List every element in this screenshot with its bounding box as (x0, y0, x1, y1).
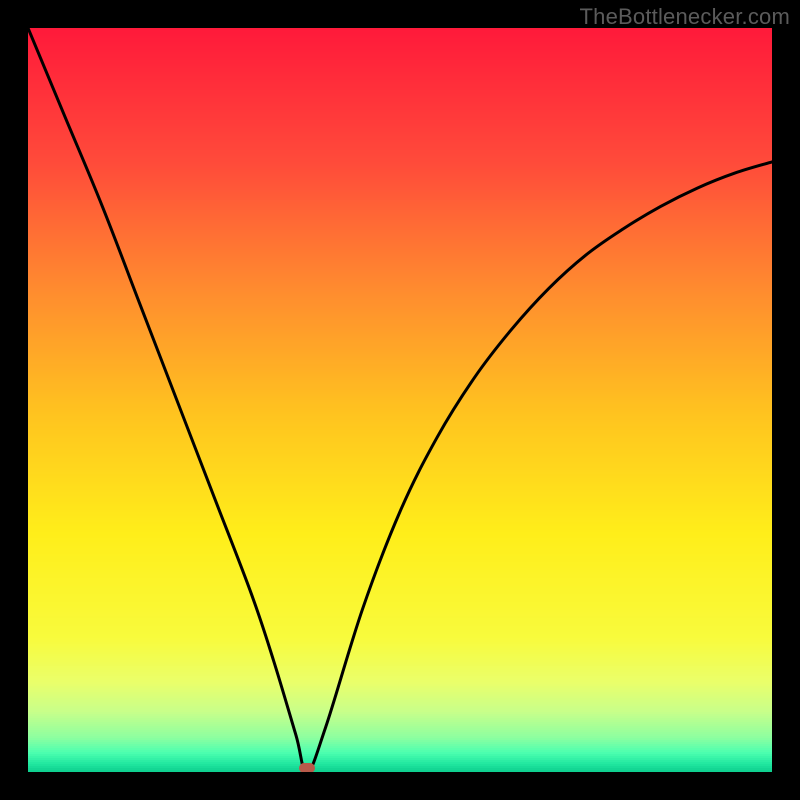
chart-frame: TheBottlenecker.com (0, 0, 800, 800)
plot-area (28, 28, 772, 772)
watermark-text: TheBottlenecker.com (580, 4, 790, 30)
bottleneck-curve (28, 28, 772, 772)
optimal-point-marker (299, 763, 315, 772)
